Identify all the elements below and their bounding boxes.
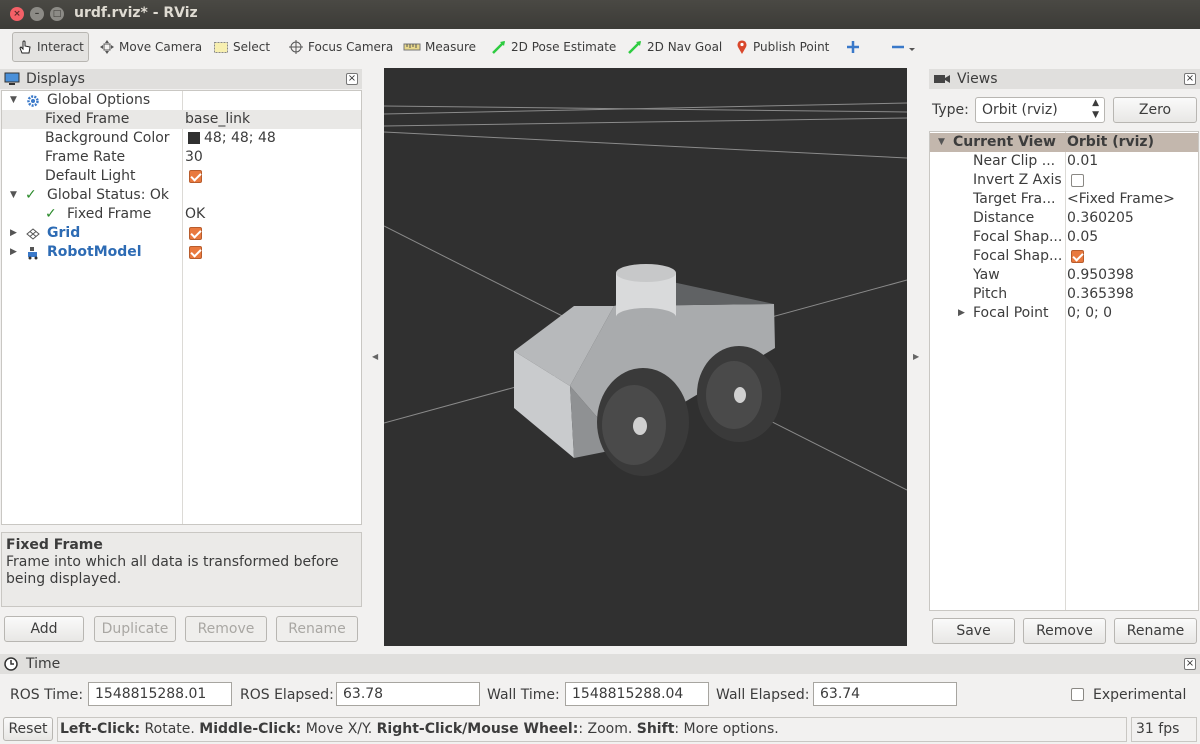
tree-row-focal-point[interactable]: ▶ Focal Point 0; 0; 0 <box>930 304 1198 323</box>
tree-row-pitch[interactable]: Pitch 0.365398 <box>930 285 1198 304</box>
collapse-triangle-icon[interactable]: ▶ <box>10 224 17 243</box>
status-message: Left-Click: Rotate. Middle-Click: Move X… <box>57 717 1127 742</box>
tree-row-global-status[interactable]: ▼ ✓ Global Status: Ok <box>2 186 361 205</box>
robot-scene <box>384 102 907 491</box>
time-close-icon[interactable]: × <box>1184 658 1196 670</box>
collapse-right-icon[interactable]: ▶ <box>913 352 919 361</box>
tree-row-global-options[interactable]: ▼ Global Options <box>2 91 361 110</box>
displays-tree: ▼ Global Options Fixed Frame base_link B… <box>1 90 362 525</box>
2d-nav-goal-tool[interactable]: 2D Nav Goal <box>627 32 722 62</box>
views-panel-header: Views × <box>929 69 1200 89</box>
window-title: urdf.rviz* - RViz <box>74 5 198 21</box>
select-rect-icon <box>214 42 228 53</box>
zero-button[interactable]: Zero <box>1113 97 1197 123</box>
ros-time-field[interactable]: 1548815288.01 <box>88 682 232 706</box>
expand-triangle-icon[interactable]: ▼ <box>10 186 17 205</box>
focus-camera-tool[interactable]: Focus Camera <box>288 32 393 62</box>
collapse-left-icon[interactable]: ◀ <box>372 352 378 361</box>
tree-row-near-clip[interactable]: Near Clip ... 0.01 <box>930 152 1198 171</box>
wall-time-field[interactable]: 1548815288.04 <box>565 682 709 706</box>
window-maximize-button[interactable]: □ <box>50 7 64 21</box>
ruler-icon <box>403 43 421 51</box>
views-close-icon[interactable]: × <box>1184 73 1196 85</box>
publish-point-tool[interactable]: Publish Point <box>735 32 829 62</box>
ros-elapsed-field[interactable]: 63.78 <box>336 682 480 706</box>
interact-tool[interactable]: Interact <box>12 32 89 62</box>
green-arrow-icon <box>628 41 641 54</box>
tree-row-current-view[interactable]: ▼ Current View Orbit (rviz) <box>930 133 1198 152</box>
move-arrows-icon <box>100 40 114 54</box>
crosshair-icon <box>289 40 303 54</box>
tree-row-status-fixed-frame[interactable]: ✓ Fixed Frame OK <box>2 205 361 224</box>
expand-triangle-icon[interactable]: ▼ <box>938 133 945 152</box>
collapse-triangle-icon[interactable]: ▶ <box>10 243 17 262</box>
tree-row-default-light[interactable]: Default Light <box>2 167 361 186</box>
tree-row-distance[interactable]: Distance 0.360205 <box>930 209 1198 228</box>
window-minimize-button[interactable]: – <box>30 7 44 21</box>
tree-row-robot-model[interactable]: ▶ RobotModel <box>2 243 361 262</box>
clock-icon <box>4 657 18 671</box>
spinner-arrows-icon: ▲ ▼ <box>1092 98 1099 120</box>
fps-counter: 31 fps <box>1131 717 1197 742</box>
tree-row-frame-rate[interactable]: Frame Rate 30 <box>2 148 361 167</box>
duplicate-display-button[interactable]: Duplicate <box>94 616 176 642</box>
views-tree: ▼ Current View Orbit (rviz) Near Clip ..… <box>929 131 1199 611</box>
toolbar: Interact Move Camera Select Focus Camera… <box>0 29 1200 67</box>
monitor-icon <box>4 72 20 85</box>
tree-row-focal-shape-fixed[interactable]: Focal Shap... <box>930 247 1198 266</box>
default-light-checkbox[interactable] <box>189 169 202 183</box>
camera-icon <box>934 75 950 83</box>
add-display-button[interactable]: Add <box>4 616 84 642</box>
grid-checkbox[interactable] <box>189 226 202 240</box>
hand-pointer-icon <box>19 40 31 54</box>
move-camera-tool[interactable]: Move Camera <box>99 32 202 62</box>
rename-display-button[interactable]: Rename <box>276 616 358 642</box>
time-panel-header: Time × <box>0 654 1200 674</box>
remove-display-button[interactable]: Remove <box>185 616 267 642</box>
add-tool-button[interactable] <box>846 32 864 62</box>
minus-icon <box>892 45 915 51</box>
reset-button[interactable]: Reset <box>3 717 53 741</box>
title-bar: × – □ urdf.rviz* - RViz <box>0 0 1200 29</box>
save-view-button[interactable]: Save <box>932 618 1015 644</box>
3d-viewport[interactable] <box>384 68 907 646</box>
displays-panel-header: Displays × <box>0 69 362 89</box>
tree-row-focal-shape-size[interactable]: Focal Shap... 0.05 <box>930 228 1198 247</box>
tree-row-fixed-frame[interactable]: Fixed Frame base_link <box>2 110 361 129</box>
experimental-checkbox[interactable] <box>1071 688 1084 701</box>
plus-icon <box>847 41 859 53</box>
2d-pose-estimate-tool[interactable]: 2D Pose Estimate <box>491 32 616 62</box>
displays-close-icon[interactable]: × <box>346 73 358 85</box>
view-type-select[interactable]: Orbit (rviz) ▲ ▼ <box>975 97 1105 123</box>
map-pin-icon <box>737 40 747 54</box>
remove-tool-button[interactable] <box>891 32 919 62</box>
measure-tool[interactable]: Measure <box>403 32 476 62</box>
tree-row-background-color[interactable]: Background Color 48; 48; 48 <box>2 129 361 148</box>
window-close-button[interactable]: × <box>10 7 24 21</box>
check-ok-icon: ✓ <box>45 206 57 222</box>
color-swatch <box>188 132 200 144</box>
rename-view-button[interactable]: Rename <box>1114 618 1197 644</box>
gear-icon <box>27 95 39 107</box>
tree-row-target-frame[interactable]: Target Fra... <Fixed Frame> <box>930 190 1198 209</box>
wall-elapsed-field[interactable]: 63.74 <box>813 682 957 706</box>
tree-row-invert-z[interactable]: Invert Z Axis <box>930 171 1198 190</box>
tree-row-yaw[interactable]: Yaw 0.950398 <box>930 266 1198 285</box>
robot-icon <box>28 247 38 260</box>
grid-icon <box>26 228 40 240</box>
green-arrow-icon <box>492 41 505 54</box>
check-ok-icon: ✓ <box>25 187 37 203</box>
tree-row-grid[interactable]: ▶ Grid <box>2 224 361 243</box>
robot-model-checkbox[interactable] <box>189 245 202 259</box>
select-tool[interactable]: Select <box>213 32 270 62</box>
remove-view-button[interactable]: Remove <box>1023 618 1106 644</box>
expand-triangle-icon[interactable]: ▼ <box>10 91 17 110</box>
property-description: Fixed Frame Frame into which all data is… <box>1 532 362 607</box>
collapse-triangle-icon[interactable]: ▶ <box>958 304 965 323</box>
invert-z-checkbox[interactable] <box>1071 173 1084 187</box>
focal-shape-checkbox[interactable] <box>1071 249 1084 263</box>
